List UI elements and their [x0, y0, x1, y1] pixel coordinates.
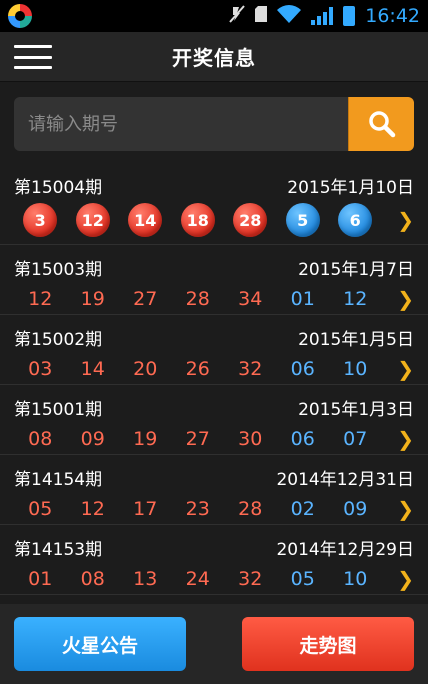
list-item[interactable]: 第15001期 2015年1月3日 08 09 19 27 30 06 07 ❯	[0, 385, 428, 455]
wifi-icon	[277, 5, 302, 27]
draw-numbers: 05 12 17 23 28 02 09 ❯	[14, 493, 414, 525]
red-number: 19	[80, 288, 105, 310]
red-number: 05	[28, 498, 53, 520]
menu-icon[interactable]	[14, 41, 52, 73]
red-number: 14	[80, 358, 105, 380]
red-ball: 18	[180, 203, 215, 237]
red-number: 12	[28, 288, 53, 310]
search-input[interactable]	[14, 97, 348, 151]
search-bar	[14, 97, 414, 151]
red-number: 12	[80, 498, 105, 520]
chevron-right-icon: ❯	[397, 497, 414, 521]
blue-number: 10	[343, 358, 368, 380]
red-number: 30	[238, 428, 263, 450]
draw-date: 2015年1月10日	[287, 177, 414, 198]
list-item[interactable]: 第15004期 2015年1月10日 3 12 14 18 28 5 6 ❯	[0, 163, 428, 245]
battery-icon	[343, 6, 356, 26]
status-time: 16:42	[365, 5, 420, 27]
draw-date: 2014年12月29日	[276, 539, 414, 560]
red-ball: 12	[75, 203, 110, 237]
draw-list: 第15004期 2015年1月10日 3 12 14 18 28 5 6 ❯ 第…	[0, 163, 428, 595]
page-title: 开奖信息	[172, 46, 256, 70]
trend-chart-button[interactable]: 走势图	[242, 617, 414, 671]
red-number: 34	[238, 288, 263, 310]
red-number: 08	[28, 428, 53, 450]
draw-numbers: 01 08 13 24 32 05 10 ❯	[14, 563, 414, 595]
red-number: 20	[133, 358, 158, 380]
status-bar: 16:42	[0, 0, 428, 32]
red-number: 27	[185, 428, 210, 450]
draw-numbers: 08 09 19 27 30 06 07 ❯	[14, 423, 414, 455]
draw-period: 第14154期	[14, 469, 103, 490]
draw-date: 2015年1月7日	[298, 259, 414, 280]
blue-number: 02	[290, 498, 315, 520]
red-number: 32	[238, 568, 263, 590]
red-number: 03	[28, 358, 53, 380]
red-ball: 3	[23, 203, 58, 237]
list-item[interactable]: 第15002期 2015年1月5日 03 14 20 26 32 06 10 ❯	[0, 315, 428, 385]
red-number: 19	[133, 428, 158, 450]
blue-ball: 5	[285, 203, 320, 237]
app-logo-icon	[8, 4, 32, 28]
blue-ball: 6	[338, 203, 373, 237]
red-number: 26	[185, 358, 210, 380]
sd-card-icon	[255, 6, 268, 26]
red-number: 09	[80, 428, 105, 450]
draw-numbers: 12 19 27 28 34 01 12 ❯	[14, 283, 414, 315]
red-ball: 28	[233, 203, 268, 237]
list-item[interactable]: 第15003期 2015年1月7日 12 19 27 28 34 01 12 ❯	[0, 245, 428, 315]
signal-icon	[311, 7, 334, 25]
draw-numbers: 3 12 14 18 28 5 6 ❯	[14, 201, 414, 239]
red-number: 28	[238, 498, 263, 520]
chevron-right-icon: ❯	[397, 208, 414, 232]
red-number: 27	[133, 288, 158, 310]
list-item[interactable]: 第14154期 2014年12月31日 05 12 17 23 28 02 09…	[0, 455, 428, 525]
draw-date: 2014年12月31日	[276, 469, 414, 490]
draw-period: 第14153期	[14, 539, 103, 560]
search-icon	[368, 111, 395, 138]
draw-date: 2015年1月3日	[298, 399, 414, 420]
draw-numbers: 03 14 20 26 32 06 10 ❯	[14, 353, 414, 385]
red-number: 32	[238, 358, 263, 380]
chevron-right-icon: ❯	[397, 287, 414, 311]
announcement-button[interactable]: 火星公告	[14, 617, 186, 671]
draw-date: 2015年1月5日	[298, 329, 414, 350]
blue-number: 10	[343, 568, 368, 590]
red-number: 01	[28, 568, 53, 590]
draw-period: 第15003期	[14, 259, 103, 280]
red-number: 17	[133, 498, 158, 520]
blue-number: 05	[290, 568, 315, 590]
red-number: 28	[185, 288, 210, 310]
list-item[interactable]: 第14153期 2014年12月29日 01 08 13 24 32 05 10…	[0, 525, 428, 595]
bottom-bar: 火星公告 走势图	[0, 604, 428, 684]
chevron-right-icon: ❯	[397, 567, 414, 591]
blue-number: 06	[290, 358, 315, 380]
blue-number: 01	[290, 288, 315, 310]
draw-period: 第15001期	[14, 399, 103, 420]
search-button[interactable]	[348, 97, 414, 151]
app-header: 开奖信息	[0, 32, 428, 82]
red-number: 24	[185, 568, 210, 590]
red-ball: 14	[128, 203, 163, 237]
draw-period: 第15002期	[14, 329, 103, 350]
chevron-right-icon: ❯	[397, 427, 414, 451]
chevron-right-icon: ❯	[397, 357, 414, 381]
draw-period: 第15004期	[14, 177, 103, 198]
mute-icon	[229, 5, 245, 27]
blue-number: 09	[343, 498, 368, 520]
red-number: 13	[133, 568, 158, 590]
blue-number: 06	[290, 428, 315, 450]
red-number: 08	[80, 568, 105, 590]
red-number: 23	[185, 498, 210, 520]
blue-number: 07	[343, 428, 368, 450]
blue-number: 12	[343, 288, 368, 310]
